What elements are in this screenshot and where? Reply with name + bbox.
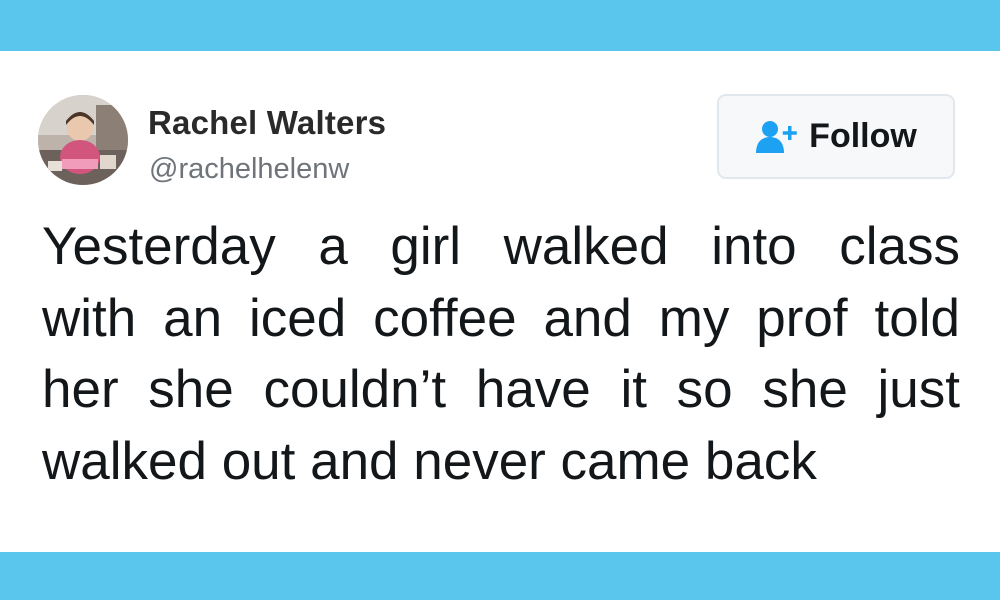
tweet-text-line: with an iced coffee and my prof told [42, 288, 960, 348]
tweet-text-line: her she couldn’t have it so she just [42, 360, 960, 419]
tweet-card: Rachel Walters @rachelhelenw Follow Yest… [0, 51, 1000, 552]
profile-photo-icon [38, 95, 128, 185]
user-handle[interactable]: @rachelhelenw [149, 153, 349, 186]
tweet-screenshot-frame: Rachel Walters @rachelhelenw Follow Yest… [0, 0, 1000, 600]
follow-button-label: Follow [809, 117, 917, 155]
top-blue-band [0, 0, 1000, 51]
tweet-text-line: walked out and never came back [42, 431, 817, 491]
display-name[interactable]: Rachel Walters [148, 104, 386, 142]
tweet-text-line: Yesterday a girl walked into class [42, 217, 960, 276]
bottom-blue-band [0, 552, 1000, 600]
avatar[interactable] [38, 95, 128, 185]
tweet-text: Yesterday a girl walked into class with … [42, 211, 960, 497]
add-user-icon [755, 120, 799, 154]
follow-button[interactable]: Follow [717, 94, 955, 179]
